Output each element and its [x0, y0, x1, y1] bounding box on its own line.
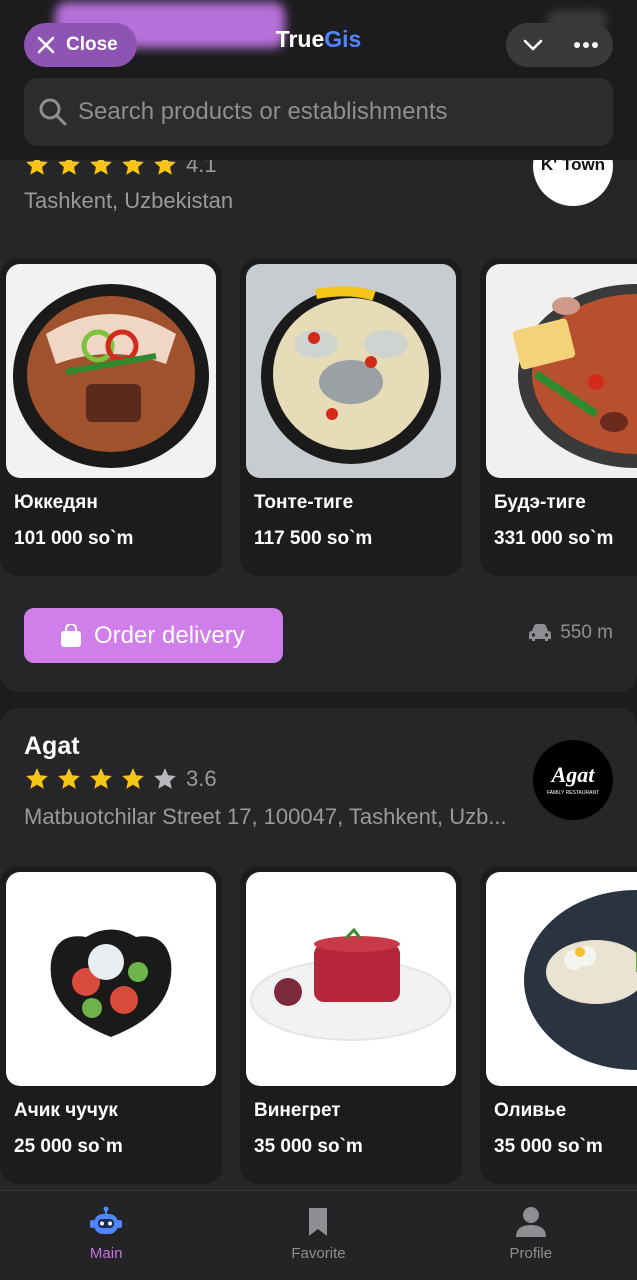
- close-icon: [37, 36, 55, 54]
- close-label: Close: [66, 34, 118, 55]
- person-icon: [515, 1207, 546, 1237]
- star-icon: [58, 768, 80, 789]
- more-dots-icon: [574, 42, 599, 48]
- restaurant-logo[interactable]: Agat FAMILY RESTAURANT: [533, 740, 613, 820]
- chevron-down-icon: [523, 39, 543, 51]
- rating-stars: [24, 766, 178, 792]
- product-card[interactable]: Юккедян 101 000 so`m: [0, 258, 222, 576]
- product-name: Винегрет: [254, 1100, 341, 1121]
- product-card[interactable]: Тонте-тиге 117 500 so`m: [240, 258, 462, 576]
- product-image: [246, 872, 456, 1086]
- star-icon: [122, 768, 144, 789]
- nav-item-main[interactable]: Main: [0, 1191, 212, 1280]
- restaurant-name: Agat: [24, 732, 80, 760]
- car-icon: [529, 624, 552, 641]
- product-price: 35 000 so`m: [254, 1136, 363, 1157]
- bottom-navigation: Main Favorite Profile: [0, 1190, 637, 1280]
- product-price: 101 000 so`m: [14, 528, 134, 549]
- product-carousel[interactable]: Юккедян 101 000 so`m Тонте-тиге 117 500 …: [0, 258, 637, 576]
- brand-part-2: Gis: [324, 26, 362, 52]
- restaurant-rating: 3.6: [24, 766, 217, 792]
- product-name: Будэ-тиге: [494, 492, 586, 513]
- order-delivery-button[interactable]: Order delivery: [24, 608, 283, 663]
- distance-info: 550 m: [528, 622, 613, 644]
- bookmark-icon: [309, 1208, 328, 1236]
- rating-value: 3.6: [186, 766, 217, 791]
- order-delivery-label: Order delivery: [94, 621, 245, 649]
- nav-item-favorite[interactable]: Favorite: [212, 1191, 424, 1280]
- product-card[interactable]: Ачик чучук 25 000 so`m: [0, 866, 222, 1184]
- shopping-bag-icon: [61, 623, 81, 647]
- restaurant-address: Matbuotchilar Street 17, 100047, Tashken…: [24, 804, 507, 829]
- product-image: [486, 264, 637, 478]
- top-header: Close TrueGis: [0, 0, 637, 160]
- product-price: 117 500 so`m: [254, 528, 373, 549]
- product-name: Оливье: [494, 1100, 567, 1121]
- product-carousel[interactable]: Ачик чучук 25 000 so`m Винегрет 35 000 s…: [0, 866, 637, 1184]
- product-price: 25 000 so`m: [14, 1136, 123, 1157]
- product-image: [6, 264, 216, 478]
- search-icon: [39, 98, 67, 126]
- product-image: [246, 264, 456, 478]
- product-price: 35 000 so`m: [494, 1136, 603, 1157]
- product-name: Тонте-тиге: [254, 492, 354, 513]
- star-icon: [90, 768, 112, 789]
- robot-icon: [90, 1206, 123, 1234]
- star-empty-icon: [154, 768, 176, 789]
- logo-text: Agat: [550, 762, 596, 787]
- product-image: [6, 872, 216, 1086]
- nav-label-favorite: Favorite: [291, 1245, 346, 1262]
- logo-subtext: FAMILY RESTAURANT: [547, 790, 599, 796]
- product-card[interactable]: Оливье 35 000 so`m: [480, 866, 637, 1184]
- product-price: 331 000 so`m: [494, 528, 614, 549]
- restaurant-card-agat[interactable]: Agat 3.6 Matbuotchilar Street 17, 100047…: [0, 708, 637, 1268]
- product-name: Юккедян: [14, 492, 98, 513]
- product-image: [486, 872, 637, 1086]
- star-icon: [26, 768, 48, 789]
- product-card[interactable]: Винегрет 35 000 so`m: [240, 866, 462, 1184]
- restaurant-address: Tashkent, Uzbekistan: [24, 188, 234, 213]
- search-input[interactable]: [78, 98, 613, 126]
- search-bar[interactable]: [24, 78, 613, 146]
- product-card[interactable]: Будэ-тиге 331 000 so`m: [480, 258, 637, 576]
- restaurant-card-ktown[interactable]: 4.1 Tashkent, Uzbekistan K' Town Юккедян: [0, 100, 637, 692]
- agat-logo-icon: Agat FAMILY RESTAURANT: [547, 762, 599, 796]
- product-name: Ачик чучук: [14, 1100, 118, 1121]
- header-actions: [506, 23, 613, 67]
- collapse-button[interactable]: [511, 23, 555, 67]
- nav-item-profile[interactable]: Profile: [425, 1191, 637, 1280]
- distance-value: 550 m: [560, 622, 613, 643]
- nav-label-profile: Profile: [509, 1245, 553, 1262]
- close-button[interactable]: Close: [24, 23, 137, 67]
- nav-label-main: Main: [89, 1245, 123, 1262]
- more-options-button[interactable]: [564, 23, 608, 67]
